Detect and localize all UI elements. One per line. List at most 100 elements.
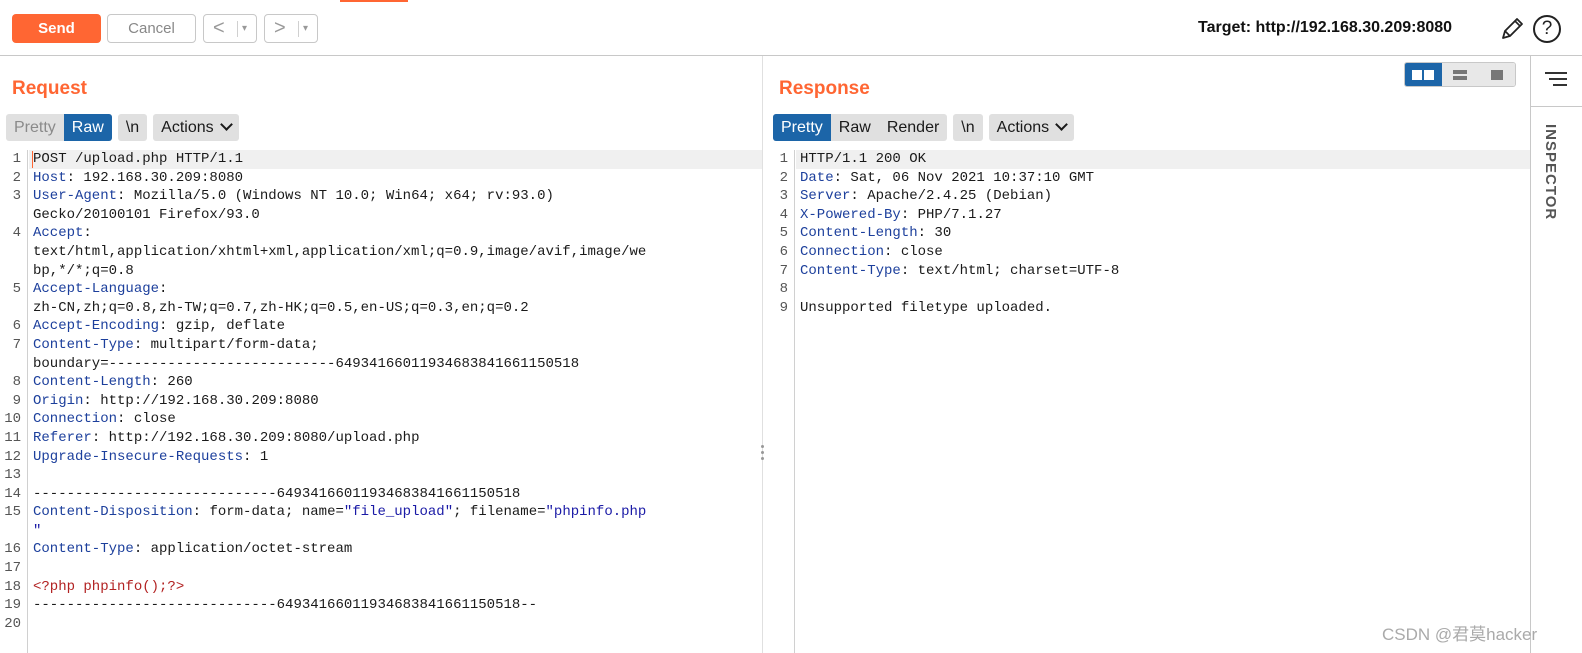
cancel-button[interactable]: Cancel [107,14,196,43]
code-line[interactable]: X-Powered-By: PHP/7.1.27 [800,206,1119,225]
code-line[interactable]: Content-Length: 30 [800,224,1119,243]
back-button[interactable]: < ▾ [203,14,257,43]
code-line[interactable]: Content-Disposition: form-data; name="fi… [33,503,646,522]
code-line[interactable] [800,280,1119,299]
back-arrow-icon: < [213,17,225,39]
inspector-menu-icon[interactable] [1545,72,1567,90]
header-name: Content-Type [33,336,134,353]
request-tab-pretty[interactable]: Pretty [6,114,64,141]
code-line[interactable]: Content-Length: 260 [33,373,646,392]
code-line[interactable]: Server: Apache/2.4.25 (Debian) [800,187,1119,206]
request-view-tabs: Pretty Raw [6,114,112,141]
line-number: 4 [12,225,21,242]
request-code[interactable]: POST /upload.php HTTP/1.1 Host: 192.168.3… [33,150,646,633]
send-button[interactable]: Send [12,14,101,43]
code-line[interactable]: Upgrade-Insecure-Requests: 1 [33,448,646,467]
code-line[interactable]: Accept-Language: [33,280,646,299]
code-text: HTTP/1.1 200 OK [800,151,927,167]
header-name: Server [800,188,851,205]
side-by-side-icon [1412,69,1435,80]
code-line[interactable]: Accept-Encoding: gzip, deflate [33,317,646,336]
code-text: -----------------------------64934166011… [33,485,521,502]
forward-button[interactable]: > ▾ [264,14,318,43]
line-number: 7 [12,336,21,353]
line-number [0,243,27,262]
request-actions-dropdown[interactable]: Actions [153,114,238,141]
line-number [0,206,27,225]
layout-side-by-side-button[interactable] [1405,63,1442,86]
panel-divider[interactable] [762,56,763,653]
line-number: 4 [779,206,788,223]
back-history-dropdown-icon[interactable]: ▾ [242,21,247,37]
php-code: <?php phpinfo();?> [33,578,185,595]
code-text: : gzip, deflate [159,318,286,335]
edit-target-pencil-icon[interactable] [1498,15,1526,43]
code-line[interactable]: " [33,522,646,541]
response-code[interactable]: HTTP/1.1 200 OK Date: Sat, 06 Nov 2021 10… [800,150,1119,317]
inspector-separator [1531,106,1582,107]
response-tab-raw[interactable]: Raw [831,114,879,141]
layout-toggle [1404,62,1516,87]
response-newline-toggle[interactable]: \n [953,114,982,141]
code-line[interactable]: bp,*/*;q=0.8 [33,262,646,281]
code-text: : text/html; charset=UTF-8 [900,262,1120,279]
code-text: : 192.168.30.209:8080 [66,169,244,186]
code-line[interactable]: Connection: close [33,410,646,429]
header-name: Host [33,169,67,186]
layout-stacked-button[interactable] [1441,63,1479,86]
line-number: 9 [12,392,21,409]
code-line[interactable]: Unsupported filetype uploaded. [800,299,1119,318]
code-line[interactable]: <?php phpinfo();?> [33,578,646,597]
line-number: 16 [4,541,21,558]
code-line[interactable]: text/html,application/xhtml+xml,applicat… [33,243,646,262]
button-separator [237,21,238,37]
code-text: : 260 [150,374,193,391]
request-tab-raw[interactable]: Raw [63,114,112,141]
code-line[interactable] [33,615,646,634]
line-number: 1 [12,151,21,167]
code-line[interactable]: -----------------------------64934166011… [33,485,646,504]
header-name: Content-Length [33,374,151,391]
line-number: 15 [4,504,21,521]
code-text: : Apache/2.4.25 (Debian) [850,188,1053,205]
code-line[interactable]: Gecko/20100101 Firefox/93.0 [33,206,646,225]
response-tab-render[interactable]: Render [879,114,947,141]
code-line[interactable]: HTTP/1.1 200 OK [800,150,1119,169]
code-line[interactable]: User-Agent: Mozilla/5.0 (Windows NT 10.0… [33,187,646,206]
header-name: X-Powered-By [800,206,901,223]
code-line[interactable]: Content-Type: text/html; charset=UTF-8 [800,262,1119,281]
code-line[interactable] [33,559,646,578]
code-line[interactable]: Content-Type: application/octet-stream [33,540,646,559]
response-tab-pretty[interactable]: Pretty [773,114,831,141]
code-line[interactable] [33,466,646,485]
code-line[interactable]: Origin: http://192.168.30.209:8080 [33,392,646,411]
inspector-tab[interactable]: INSPECTOR [1542,124,1559,220]
code-line[interactable]: Content-Type: multipart/form-data; [33,336,646,355]
code-text: : multipart/form-data; [133,336,319,353]
line-number: 8 [12,374,21,391]
response-actions-group: Actions [988,114,1075,141]
code-line[interactable]: boundary=---------------------------6493… [33,355,646,374]
code-line[interactable]: zh-CN,zh;q=0.8,zh-TW;q=0.7,zh-HK;q=0.5,e… [33,299,646,318]
request-line-numbers: 123 4 5 67 8 9 10 11 12 13 14 15 16 17 18 19 20 [0,150,28,653]
line-number: 11 [4,429,21,446]
line-number [0,355,27,374]
code-line[interactable]: POST /upload.php HTTP/1.1 [33,150,646,169]
forward-history-dropdown-icon[interactable]: ▾ [303,21,308,37]
code-line[interactable]: -----------------------------64934166011… [33,596,646,615]
panel-resize-handle-icon[interactable] [761,445,765,463]
line-number: 5 [779,225,788,242]
code-text: zh-CN,zh;q=0.8,zh-TW;q=0.7,zh-HK;q=0.5,e… [33,299,529,316]
code-line[interactable]: Host: 192.168.30.209:8080 [33,169,646,188]
response-actions-dropdown[interactable]: Actions [989,114,1074,141]
layout-tabs-button[interactable] [1478,63,1515,86]
code-line[interactable]: Connection: close [800,243,1119,262]
header-name: Content-Type [800,262,901,279]
help-icon[interactable]: ? [1533,15,1561,43]
code-line[interactable]: Accept: [33,224,646,243]
code-line[interactable]: Date: Sat, 06 Nov 2021 10:37:10 GMT [800,169,1119,188]
header-name: Date [800,169,834,186]
code-line[interactable]: Referer: http://192.168.30.209:8080/uplo… [33,429,646,448]
header-name: Origin [33,392,84,409]
request-newline-toggle[interactable]: \n [118,114,147,141]
